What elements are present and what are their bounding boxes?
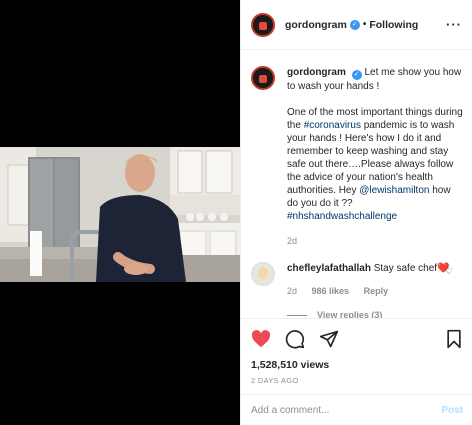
post-timestamp[interactable]: 2 DAYS AGO [251,376,463,385]
reply-button[interactable]: Reply [364,286,389,296]
share-icon[interactable] [319,329,339,349]
bookmark-icon[interactable] [445,329,463,349]
post-button[interactable]: Post [441,405,463,416]
caption-username[interactable]: gordongram [287,67,346,78]
post-actions: 1,528,510 views 2 DAYS AGO [241,318,472,385]
comment-time[interactable]: 2d [287,286,297,296]
hashtag-link[interactable]: #nhshandwashchallenge [287,211,397,222]
comment-text: Stay safe chef❤️ [373,263,450,274]
comment-icon[interactable] [285,329,305,349]
header-username[interactable]: gordongram [285,19,347,31]
comment-input[interactable]: Add a comment... [251,405,329,416]
avatar[interactable] [251,262,275,286]
verified-icon: ✓ [349,19,360,30]
add-comment-bar: Add a comment... Post [241,394,472,425]
video-frame[interactable] [0,147,240,282]
separator-dot: • [362,19,367,30]
divider [287,314,307,316]
caption-meta: 2d [287,235,463,248]
caption: gordongram ✓ Let me show you how to wash… [251,66,463,248]
following-button[interactable]: Following [369,19,418,31]
comment-heart-icon[interactable]: ♡ [445,266,453,277]
caption-body: One of the most important things during … [287,106,463,223]
view-count[interactable]: 1,528,510 views [251,359,463,371]
comment-username[interactable]: chefleylafathallah [287,263,371,274]
avatar[interactable] [251,12,275,37]
hashtag-link[interactable]: #coronavirus [304,120,361,131]
more-icon[interactable]: ··· [446,17,462,32]
comment-likes[interactable]: 986 likes [312,286,350,296]
kitchen-video-still [0,147,240,282]
post-modal: gordongram ✓ • Following ··· gordongram … [0,0,472,425]
post-sidebar: gordongram ✓ • Following ··· gordongram … [240,0,472,425]
caption-time[interactable]: 2d [287,236,297,246]
view-replies-button[interactable]: View replies (3) [287,310,463,318]
comment-item: chefleylafathallah Stay safe chef❤️ 2d 9… [251,262,463,298]
mention-link[interactable]: @lewishamilton [359,185,429,196]
comments-list[interactable]: gordongram ✓ Let me show you how to wash… [241,50,472,318]
video-player[interactable] [0,0,240,425]
heart-icon[interactable] [251,330,271,348]
post-header: gordongram ✓ • Following ··· [241,0,472,50]
comment-meta: 2d 986 likes Reply [287,285,457,298]
avatar[interactable] [251,66,275,90]
view-replies-label: View replies (3) [317,310,383,318]
verified-icon: ✓ [351,70,362,80]
